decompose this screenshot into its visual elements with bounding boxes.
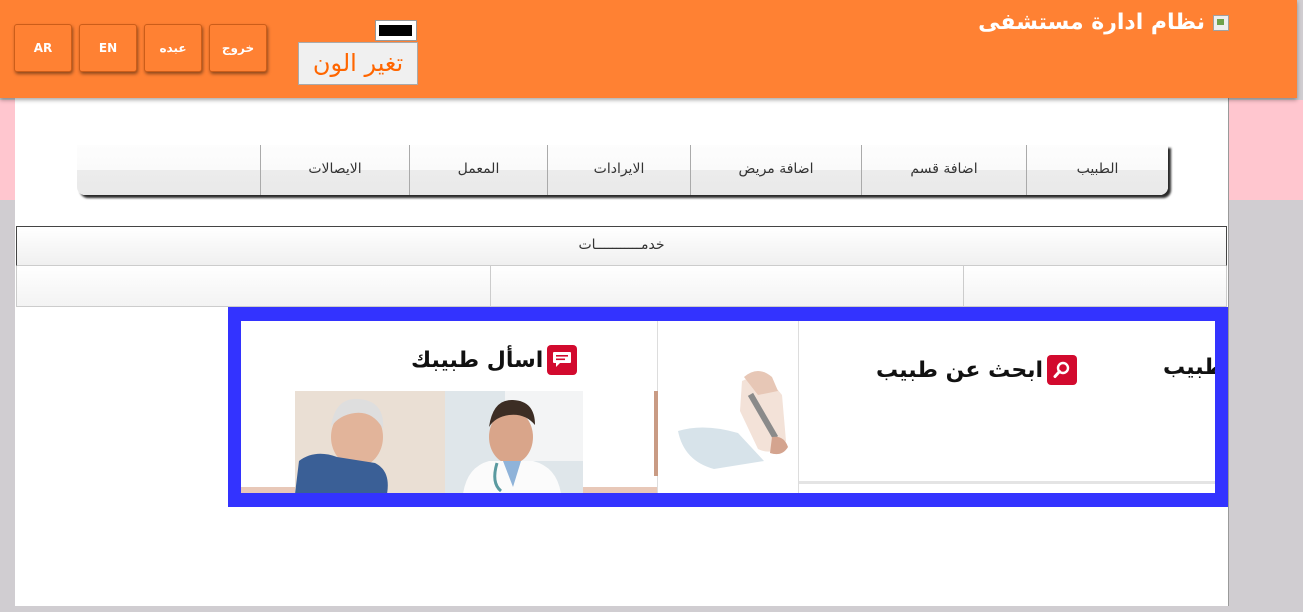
card-divider — [799, 481, 1215, 484]
card-divider — [798, 321, 799, 493]
ask-doctor-label: اسأل طبيبك — [411, 347, 544, 373]
chat-icon — [547, 345, 578, 375]
services-cell[interactable] — [490, 266, 964, 306]
services-subrow — [16, 266, 1227, 307]
partial-card-title[interactable]: طبيب — [1163, 355, 1215, 380]
main-nav: الطبيب اضافة قسم اضافة مريض الايرادات ال… — [77, 145, 1168, 195]
services-header: خدمـــــــــــات — [16, 226, 1227, 266]
user-button[interactable]: عبده — [144, 24, 202, 72]
nav-item-add-department[interactable]: اضافة قسم — [861, 145, 1026, 195]
lang-en-button[interactable]: EN — [79, 24, 137, 72]
nav-item-receipts[interactable]: الايصالات — [260, 145, 409, 195]
lang-ar-button[interactable]: AR — [14, 24, 72, 72]
banner-content: اسأل طبيبك ابحث عن طبيب بيب — [241, 321, 1215, 493]
search-doctor-title[interactable]: ابحث عن طبيب — [876, 355, 1078, 385]
color-picker-swatch[interactable] — [375, 20, 417, 41]
top-header: AR EN عبده خروج تغير الون نظام ادارة مست… — [0, 0, 1297, 98]
services-cell[interactable] — [17, 266, 491, 306]
color-changer[interactable]: تغير الون — [298, 20, 418, 86]
ask-doctor-title[interactable]: اسأل طبيبك — [411, 345, 578, 375]
search-icon — [1047, 355, 1078, 385]
logo-image-icon — [1213, 14, 1229, 31]
doctor-writing-photo — [654, 361, 798, 476]
logout-button[interactable]: خروج — [209, 24, 267, 72]
nav-item-doctor[interactable]: الطبيب — [1026, 145, 1168, 195]
app-title: نظام ادارة مستشفى — [978, 10, 1229, 35]
nav-item-revenues[interactable]: الايرادات — [547, 145, 690, 195]
search-doctor-label: ابحث عن طبيب — [876, 357, 1044, 383]
nav-item-add-patient[interactable]: اضافة مريض — [690, 145, 861, 195]
nav-item-lab[interactable]: المعمل — [409, 145, 547, 195]
color-change-button[interactable]: تغير الون — [298, 42, 418, 85]
doctor-patient-photo — [295, 391, 583, 493]
app-title-text: نظام ادارة مستشفى — [978, 10, 1205, 35]
banner-slider: اسأل طبيبك ابحث عن طبيب بيب — [228, 307, 1228, 507]
